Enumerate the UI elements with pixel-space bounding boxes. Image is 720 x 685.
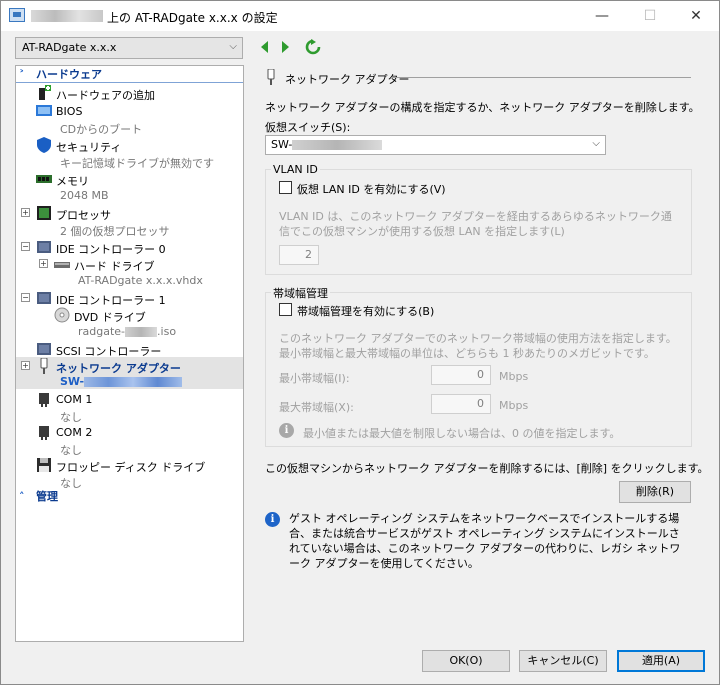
expand-icon[interactable]: + bbox=[21, 208, 30, 217]
section-title: ネットワーク アダプター bbox=[285, 73, 410, 86]
redacted-iso-name bbox=[125, 327, 158, 337]
info-icon: i bbox=[279, 423, 294, 438]
settings-window: 上の AT-RADgate x.x.x の設定 — ☐ ✕ AT-RADgate… bbox=[0, 0, 720, 685]
collapse-icon: ˃ bbox=[19, 68, 25, 81]
sidebar-item-add-hardware[interactable]: ハードウェアの追加 bbox=[16, 84, 243, 102]
previous-button[interactable] bbox=[257, 39, 273, 55]
scsi-controller-icon bbox=[37, 343, 51, 355]
sidebar-item-hard-drive[interactable]: + ハード ドライブ AT-RADgate x.x.x.vhdx bbox=[16, 255, 243, 289]
bandwidth-enable-checkbox[interactable] bbox=[279, 303, 292, 316]
info-icon: i bbox=[265, 512, 280, 527]
collapse-icon[interactable]: − bbox=[21, 293, 30, 302]
title-divider bbox=[391, 77, 691, 78]
refresh-icon bbox=[305, 39, 321, 55]
expand-icon[interactable]: + bbox=[21, 361, 30, 370]
expand-icon[interactable]: + bbox=[39, 259, 48, 268]
bandwidth-enable-label[interactable]: 帯域幅管理を有効にする(B) bbox=[297, 303, 434, 319]
refresh-button[interactable] bbox=[305, 39, 321, 55]
bandwidth-help-text: このネットワーク アダプターでのネットワーク帯域幅の使用方法を指定します。最小帯… bbox=[279, 332, 677, 360]
ide-controller-icon bbox=[37, 241, 51, 253]
section-description: ネットワーク アダプターの構成を指定するか、ネットワーク アダプターを削除します… bbox=[265, 101, 700, 114]
arrow-right-icon bbox=[282, 41, 289, 53]
add-hardware-icon bbox=[39, 85, 51, 100]
hyperv-app-icon bbox=[9, 8, 25, 22]
chevron-down-icon: ⌵ bbox=[592, 138, 600, 149]
sidebar-item-com2[interactable]: COM 2 なし bbox=[16, 423, 243, 457]
remove-instruction: この仮想マシンからネットワーク アダプターを削除するには、[削除] をクリックし… bbox=[265, 462, 709, 475]
sidebar-item-dvd-drive[interactable]: DVD ドライブ radgate- .iso bbox=[16, 306, 243, 340]
sidebar-item-security[interactable]: セキュリティ キー記憶域ドライブが無効です bbox=[16, 136, 243, 170]
chevron-down-icon: ⌵ bbox=[229, 41, 237, 52]
virtual-switch-label: 仮想スイッチ(S): bbox=[265, 121, 351, 134]
arrow-left-icon bbox=[261, 41, 268, 53]
window-title: 上の AT-RADgate x.x.x の設定 bbox=[107, 11, 278, 25]
details-panel: ネットワーク アダプター ネットワーク アダプターの構成を指定するか、ネットワー… bbox=[251, 65, 709, 642]
cancel-button[interactable]: キャンセル(C) bbox=[519, 650, 607, 672]
max-bandwidth-unit: Mbps bbox=[499, 399, 529, 412]
redacted-host-name bbox=[31, 10, 103, 22]
ok-button[interactable]: OK(O) bbox=[422, 650, 510, 672]
processor-icon bbox=[37, 206, 51, 220]
vlan-help-text: VLAN ID は、このネットワーク アダプターを経由するあらゆるネットワーク通… bbox=[279, 210, 672, 238]
floppy-disk-icon bbox=[37, 458, 51, 472]
min-bandwidth-input[interactable]: 0 bbox=[431, 365, 491, 385]
minimize-button[interactable]: — bbox=[579, 1, 625, 31]
close-button[interactable]: ✕ bbox=[673, 1, 719, 31]
vm-selector-value: AT-RADgate x.x.x bbox=[22, 41, 117, 54]
next-button[interactable] bbox=[277, 39, 293, 55]
min-bandwidth-label: 最小帯域幅(I): bbox=[279, 372, 350, 385]
maximize-button[interactable]: ☐ bbox=[627, 1, 673, 31]
bandwidth-note: 最小値または最大値を制限しない場合は、0 の値を指定します。 bbox=[303, 427, 621, 440]
network-adapter-icon bbox=[40, 358, 48, 374]
vlan-enable-checkbox[interactable] bbox=[279, 181, 292, 194]
hard-drive-icon bbox=[54, 262, 70, 268]
expand-section-icon: ˄ bbox=[19, 490, 25, 503]
apply-button[interactable]: 適用(A) bbox=[617, 650, 705, 672]
max-bandwidth-input[interactable]: 0 bbox=[431, 394, 491, 414]
management-section-header[interactable]: ˄ 管理 bbox=[16, 488, 243, 505]
ide-controller-icon bbox=[37, 292, 51, 304]
sidebar-item-memory[interactable]: メモリ 2048 MB bbox=[16, 170, 243, 204]
sidebar-item-bios[interactable]: BIOS CDからのブート bbox=[16, 102, 243, 136]
max-bandwidth-label: 最大帯域幅(X): bbox=[279, 401, 354, 414]
remove-button[interactable]: 削除(R) bbox=[619, 481, 691, 503]
sidebar-item-scsi-controller[interactable]: SCSI コントローラー bbox=[16, 340, 243, 358]
bandwidth-group-label: 帯域幅管理 bbox=[271, 285, 330, 301]
vlan-id-input[interactable]: 2 bbox=[279, 245, 319, 265]
legacy-adapter-info: ゲスト オペレーティング システムをネットワークベースでインストールする場合、ま… bbox=[289, 512, 681, 570]
min-bandwidth-unit: Mbps bbox=[499, 370, 529, 383]
settings-tree: ˃ ハードウェア ハードウェアの追加 BIOS CDからのブート セキュリティ … bbox=[15, 65, 244, 642]
sidebar-item-ide-controller-0[interactable]: − IDE コントローラー 0 bbox=[16, 238, 243, 256]
sidebar-item-com1[interactable]: COM 1 なし bbox=[16, 390, 243, 424]
vlan-group-label: VLAN ID bbox=[271, 163, 320, 176]
serial-port-icon bbox=[39, 393, 49, 407]
network-adapter-icon bbox=[267, 69, 275, 85]
sidebar-item-network-adapter[interactable]: + ネットワーク アダプター SW- bbox=[16, 357, 243, 389]
serial-port-icon bbox=[39, 426, 49, 440]
hardware-section-header[interactable]: ˃ ハードウェア bbox=[16, 66, 243, 83]
memory-icon bbox=[36, 175, 52, 183]
sidebar-item-ide-controller-1[interactable]: − IDE コントローラー 1 bbox=[16, 289, 243, 307]
bios-icon bbox=[36, 105, 52, 116]
dvd-drive-icon bbox=[54, 307, 70, 323]
virtual-switch-select[interactable]: SW- ⌵ bbox=[265, 135, 606, 155]
vlan-enable-label[interactable]: 仮想 LAN ID を有効にする(V) bbox=[297, 181, 446, 197]
sidebar-item-floppy-drive[interactable]: フロッピー ディスク ドライブ なし bbox=[16, 456, 243, 490]
redacted-switch-name bbox=[84, 377, 183, 387]
redacted-switch-name bbox=[292, 140, 383, 150]
shield-icon bbox=[37, 137, 51, 153]
vm-selector[interactable]: AT-RADgate x.x.x ⌵ bbox=[15, 37, 243, 59]
collapse-icon[interactable]: − bbox=[21, 242, 30, 251]
title-bar: 上の AT-RADgate x.x.x の設定 — ☐ ✕ bbox=[1, 1, 719, 31]
sidebar-item-processor[interactable]: + プロセッサ 2 個の仮想プロセッサ bbox=[16, 204, 243, 238]
